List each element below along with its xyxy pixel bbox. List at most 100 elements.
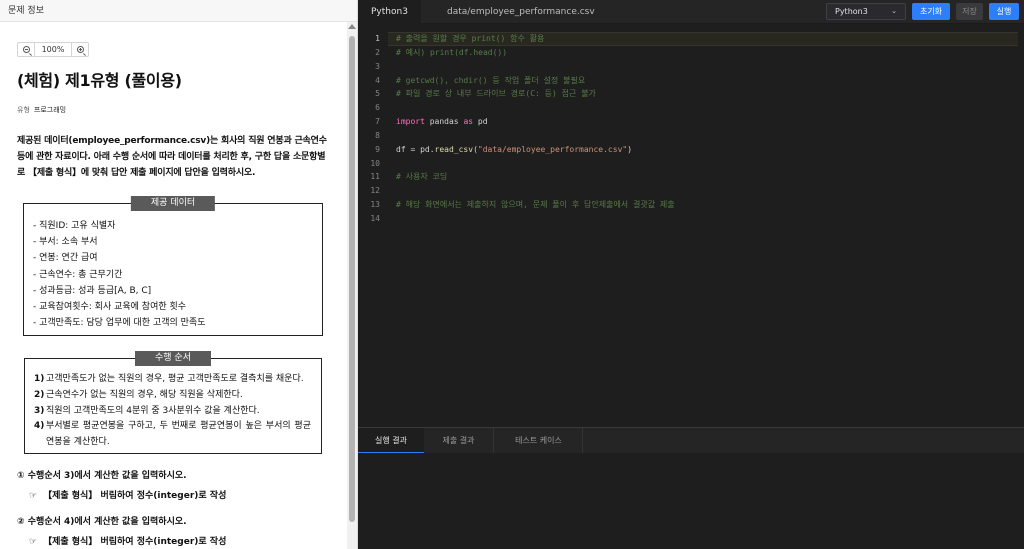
problem-panel-header: 문제 정보	[0, 0, 357, 22]
code-comment: # 파일 경로 상 내부 드라이브 경로(C: 등) 접근 불가	[396, 89, 596, 99]
line-number: 3	[375, 61, 380, 71]
code-keyword: as	[463, 117, 474, 127]
procedure-step: 3) 직원의 고객만족도의 4분위 중 3사분위수 값을 계산한다.	[34, 404, 311, 420]
step-number: 2)	[34, 390, 45, 401]
zoom-out-button[interactable]	[18, 43, 34, 56]
code-line[interactable]	[388, 212, 1018, 226]
code-module: pandas	[424, 117, 464, 127]
line-number: 13	[370, 200, 380, 210]
code-line[interactable]: # 사용자 코딩	[388, 170, 1018, 184]
submit-format-1: ☞ 【제출 형식】 버림하여 정수(integer)로 작성	[29, 488, 332, 501]
pointing-hand-icon: ☞	[29, 537, 38, 548]
step-number: 4)	[34, 421, 45, 432]
code-line[interactable]: # 해당 화면에서는 제출하지 않으며, 문제 풀이 후 답안제출에서 결괏값 …	[388, 198, 1018, 212]
data-field-item: - 근속연수: 총 근무기간	[33, 269, 123, 280]
code-comment: # 출력을 원할 경우 print() 함수 활용	[396, 34, 545, 43]
code-line[interactable]	[388, 129, 1018, 143]
line-number: 14	[370, 213, 380, 223]
line-number: 10	[370, 158, 380, 168]
pointing-hand-icon: ☞	[29, 491, 38, 502]
procedure-box: 수행 순서 1) 고객만족도가 없는 직원의 경우, 평균 고객만족도로 결측치를…	[24, 351, 322, 455]
code-line[interactable]: # 예시) print(df.head())	[388, 46, 1018, 60]
line-number: 8	[375, 130, 380, 140]
line-number: 12	[370, 186, 380, 196]
language-select-value: Python3	[835, 7, 868, 16]
tab-csv-file[interactable]: data/employee_performance.csv	[434, 0, 608, 24]
provided-data-title: 제공 데이터	[130, 196, 216, 211]
tab-python3[interactable]: Python3	[358, 0, 421, 24]
problem-type-value: 프로그래밍	[33, 106, 67, 114]
provided-data-box: 제공 데이터 - 직원ID: 고유 식별자 - 부서: 소속 부서 - 연봉: …	[23, 196, 323, 337]
data-field-item: - 연봉: 연간 급여	[33, 253, 98, 264]
line-number: 5	[375, 89, 380, 99]
code-line[interactable]: # 파일 경로 상 내부 드라이브 경로(C: 등) 접근 불가	[388, 87, 1018, 101]
problem-description: 제공된 데이터(employee_performance.csv)는 회사의 직…	[17, 136, 327, 178]
problem-title: (체험) 제1유형 (풀이용)	[17, 71, 182, 90]
data-field-item: - 성과등급: 성과 등급[A, B, C]	[33, 285, 152, 296]
code-panel: Python3 data/employee_performance.csv Py…	[358, 0, 1024, 549]
problem-type: 유형 프로그래밍	[17, 105, 332, 115]
sub-question-2: ② 수행순서 4)에서 계산한 값을 입력하시오.	[17, 517, 187, 528]
code-line[interactable]	[388, 184, 1018, 198]
step-text: 근속연수가 없는 직원의 경우, 해당 직원을 삭제한다.	[46, 390, 243, 401]
tab-run-result[interactable]: 실행 결과	[358, 428, 424, 454]
zoom-in-button[interactable]	[72, 43, 88, 56]
data-field-item: - 직원ID: 고유 식별자	[33, 221, 116, 231]
scrollbar-thumb[interactable]	[349, 36, 355, 522]
code-comment: # 예시) print(df.head())	[396, 47, 508, 57]
problem-scrollbar[interactable]	[347, 22, 357, 549]
procedure-step: 1) 고객만족도가 없는 직원의 경우, 평균 고객만족도로 결측치를 채운다.	[34, 372, 311, 388]
editor-toolbar: Python3 data/employee_performance.csv Py…	[358, 0, 1024, 24]
line-number: 7	[375, 117, 380, 127]
reset-button[interactable]: 초기화	[912, 3, 950, 20]
code-comment: # 사용자 코딩	[396, 172, 448, 182]
code-string: "data/employee_performance.csv"	[477, 144, 628, 154]
zoom-in-icon	[76, 46, 84, 53]
save-button[interactable]: 저장	[956, 3, 983, 20]
procedure-title: 수행 순서	[135, 351, 211, 367]
step-text: 직원의 고객만족도의 4분위 중 3사분위수 값을 계산한다.	[46, 405, 260, 416]
problem-type-label: 유형	[17, 106, 30, 114]
line-number: 2	[375, 47, 380, 57]
tab-test-cases[interactable]: 테스트 케이스	[495, 428, 583, 454]
procedure-step: 2) 근속연수가 없는 직원의 경우, 해당 직원을 삭제한다.	[34, 388, 311, 404]
line-number: 1	[375, 34, 380, 43]
procedure-step: 4) 부서별로 평균연봉을 구하고, 두 번째로 평균연봉이 높은 부서의 평균연…	[34, 419, 311, 450]
line-number-gutter: 1 2 3 4 5 6 7 8 9 10 11 12 13 14	[358, 32, 380, 226]
code-line[interactable]	[388, 101, 1018, 115]
line-number: 4	[375, 75, 380, 85]
code-keyword: import	[396, 117, 425, 127]
line-number: 9	[375, 144, 380, 154]
code-editor[interactable]: 1 2 3 4 5 6 7 8 9 10 11 12 13 14 # 출력을 원…	[358, 25, 1024, 427]
problem-panel: 문제 정보 100% (체험) 제1유형 (풀이용) 유형 프로그래밍 제공된 데…	[0, 0, 358, 549]
result-output	[358, 453, 1024, 549]
problem-content[interactable]: 100% (체험) 제1유형 (풀이용) 유형 프로그래밍 제공된 데이터(emp…	[0, 22, 346, 549]
step-number: 3)	[34, 405, 45, 416]
code-line[interactable]	[388, 60, 1018, 74]
step-text: 부서별로 평균연봉을 구하고, 두 번째로 평균연봉이 높은 부서의 평균연봉을…	[46, 421, 311, 447]
step-number: 1)	[34, 374, 45, 385]
step-text: 고객만족도가 없는 직원의 경우, 평균 고객만족도로 결측치를 채운다.	[46, 374, 304, 385]
submit-format-text: 【제출 형식】 버림하여 정수(integer)로 작성	[43, 537, 227, 548]
chevron-down-icon: ⌄	[891, 7, 897, 15]
zoom-out-icon	[22, 46, 30, 53]
code-line[interactable]	[388, 157, 1018, 171]
code-line[interactable]: import pandas as pd	[388, 115, 1018, 129]
code-line[interactable]: df = pd.read_csv("data/employee_performa…	[388, 143, 1018, 157]
code-comment: # getcwd(), chdir() 등 작업 폴더 설정 불필요	[396, 75, 586, 85]
language-select[interactable]: Python3 ⌄	[826, 3, 906, 20]
code-comment: # 해당 화면에서는 제출하지 않으며, 문제 풀이 후 답안제출에서 결괏값 …	[396, 200, 675, 210]
tab-submit-result[interactable]: 제출 결과	[424, 428, 494, 454]
data-field-item: - 교육참여횟수: 회사 교육에 참여한 횟수	[33, 302, 187, 313]
zoom-level: 100%	[34, 43, 72, 56]
run-button[interactable]: 실행	[989, 3, 1019, 20]
sub-question-1: ① 수행순서 3)에서 계산한 값을 입력하시오.	[17, 471, 187, 482]
scroll-up-arrow-icon[interactable]	[348, 24, 356, 29]
submit-format-2: ☞ 【제출 형식】 버림하여 정수(integer)로 작성	[29, 534, 332, 547]
code-function: read_csv	[434, 144, 474, 154]
code-text[interactable]: # 출력을 원할 경우 print() 함수 활용 # 예시) print(df…	[388, 32, 1018, 226]
code-line[interactable]: # 출력을 원할 경우 print() 함수 활용	[388, 32, 1018, 46]
data-field-item: - 고객만족도: 담당 업무에 대한 고객의 만족도	[33, 318, 206, 329]
code-line[interactable]: # getcwd(), chdir() 등 작업 폴더 설정 불필요	[388, 74, 1018, 88]
code-paren: )	[627, 144, 633, 154]
